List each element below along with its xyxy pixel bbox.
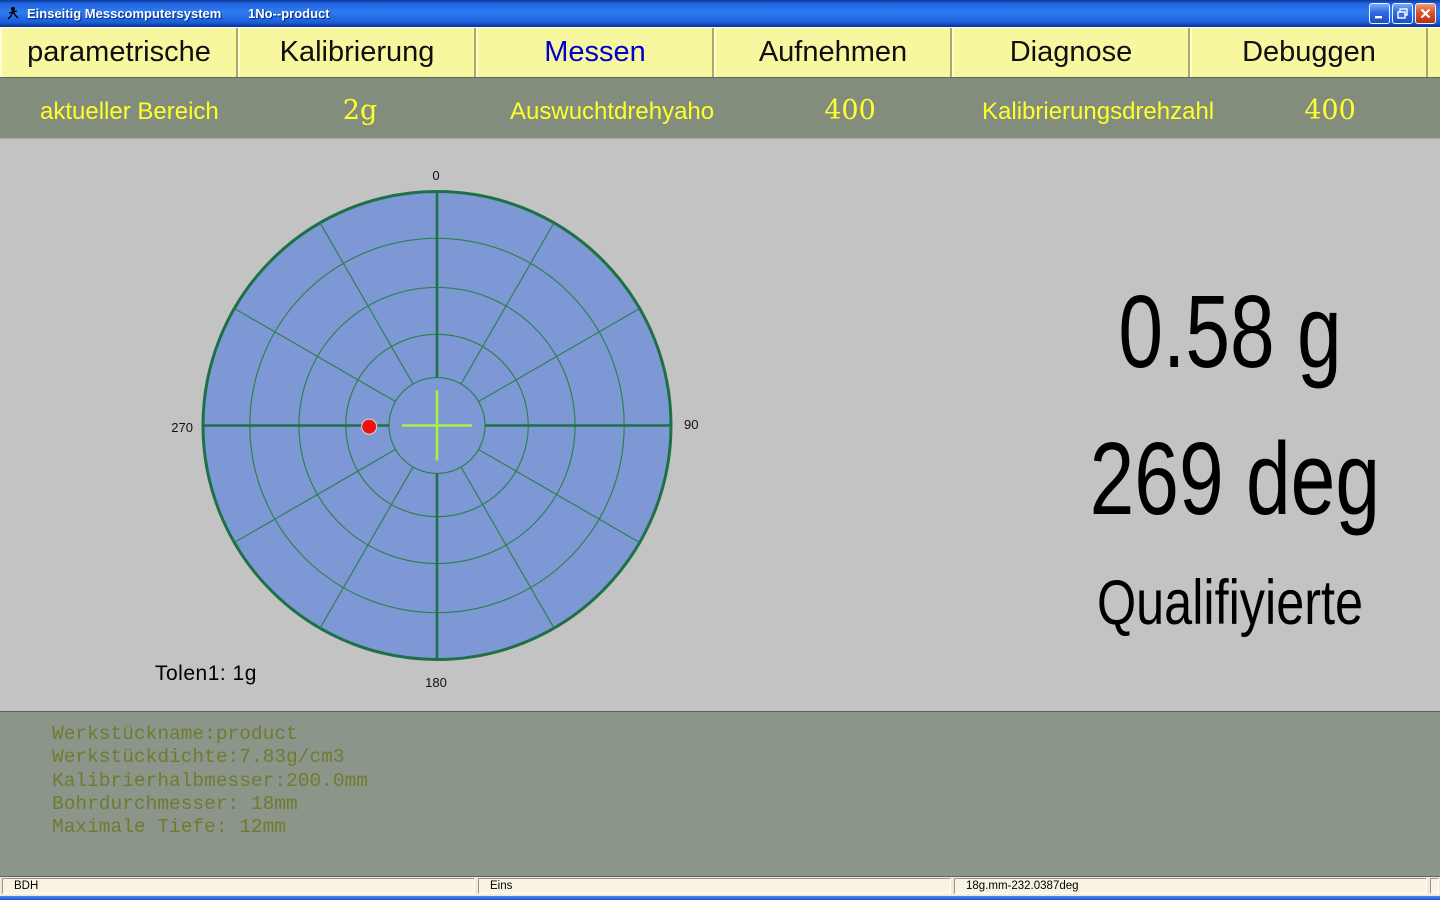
status-segment-state: Eins <box>478 878 951 894</box>
close-button[interactable] <box>1415 3 1436 24</box>
close-icon <box>1419 7 1432 20</box>
status-segment-grip <box>1430 878 1439 894</box>
minimize-button[interactable] <box>1369 3 1390 24</box>
angle-label-0: 0 <box>432 168 439 183</box>
restore-button[interactable] <box>1392 3 1413 24</box>
unbalance-angle-readout: 269 deg <box>1090 427 1371 530</box>
balancing-speed-label: Auswuchtdrehyaho <box>510 98 714 126</box>
app-icon <box>5 6 21 22</box>
calibration-speed-value: 400 <box>1288 95 1372 126</box>
max-depth-line: Maximale Tiefe: 12mm <box>52 816 368 839</box>
tab-diagnose[interactable]: Diagnose <box>952 28 1190 77</box>
title-bar: Einseitig Messcomputersystem 1No--produc… <box>0 0 1440 27</box>
window-bottom-border <box>0 896 1440 900</box>
current-range-label: aktueller Bereich <box>40 98 219 126</box>
calibration-speed-label: Kalibrierungsdrehzahl <box>982 98 1214 126</box>
window-title: Einseitig Messcomputersystem <box>27 6 221 21</box>
qualification-status: Qualifiyierte <box>1086 572 1374 635</box>
workpiece-name-line: Werkstückname:product <box>52 723 368 746</box>
tolerance-label: Tolen1: 1g <box>155 662 257 686</box>
window-product-label: 1No--product <box>248 6 330 21</box>
measurement-area: 0 90 180 270 Tolen1: 1g 0.58 g 269 deg Q… <box>0 139 1440 711</box>
minimize-icon <box>1373 7 1386 20</box>
app-window: Einseitig Messcomputersystem 1No--produc… <box>0 0 1440 900</box>
unbalance-point <box>362 419 377 434</box>
info-bar: aktueller Bereich 2g Auswuchtdrehyaho 40… <box>0 77 1440 139</box>
status-segment-mode: BDH <box>2 878 475 894</box>
tab-bar: parametrische Kalibrierung Messen Aufneh… <box>0 27 1440 77</box>
workpiece-density-line: Werkstückdichte:7.83g/cm3 <box>52 746 368 769</box>
current-range-value: 2g <box>325 95 395 126</box>
tab-kalibrierung[interactable]: Kalibrierung <box>238 28 476 77</box>
polar-chart: 0 90 180 270 <box>150 148 730 708</box>
balancing-speed-value: 400 <box>808 95 892 126</box>
status-bar: BDH Eins 18g.mm-232.0387deg <box>0 877 1440 896</box>
polar-chart-svg: 0 90 180 270 <box>150 148 730 708</box>
tab-messen[interactable]: Messen <box>476 28 714 77</box>
tab-aufnehmen[interactable]: Aufnehmen <box>714 28 952 77</box>
restore-icon <box>1396 7 1409 20</box>
tab-bar-filler <box>1428 28 1440 77</box>
workpiece-panel: Werkstückname:product Werkstückdichte:7.… <box>0 711 1440 877</box>
unbalance-value-readout: 0.58 g <box>1090 280 1371 383</box>
calibration-radius-line: Kalibrierhalbmesser:200.0mm <box>52 770 368 793</box>
tab-parametrische[interactable]: parametrische <box>0 28 238 77</box>
angle-label-270: 270 <box>171 420 193 435</box>
tab-debuggen[interactable]: Debuggen <box>1190 28 1428 77</box>
bore-diameter-line: Bohrdurchmesser: 18mm <box>52 793 368 816</box>
angle-label-90: 90 <box>684 417 698 432</box>
angle-label-180: 180 <box>425 675 447 690</box>
status-segment-reading: 18g.mm-232.0387deg <box>954 878 1427 894</box>
